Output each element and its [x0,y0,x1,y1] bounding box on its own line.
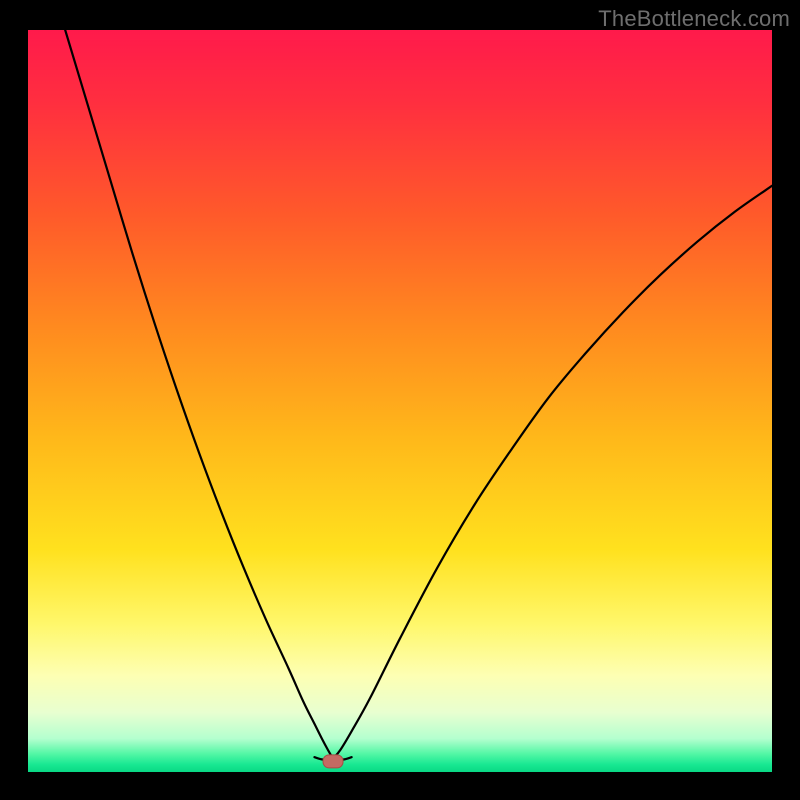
gradient-background [28,30,772,772]
chart-frame: TheBottleneck.com [0,0,800,800]
chart-svg [28,30,772,772]
watermark-text: TheBottleneck.com [598,6,790,32]
minimum-marker [323,755,343,768]
plot-area [28,30,772,772]
